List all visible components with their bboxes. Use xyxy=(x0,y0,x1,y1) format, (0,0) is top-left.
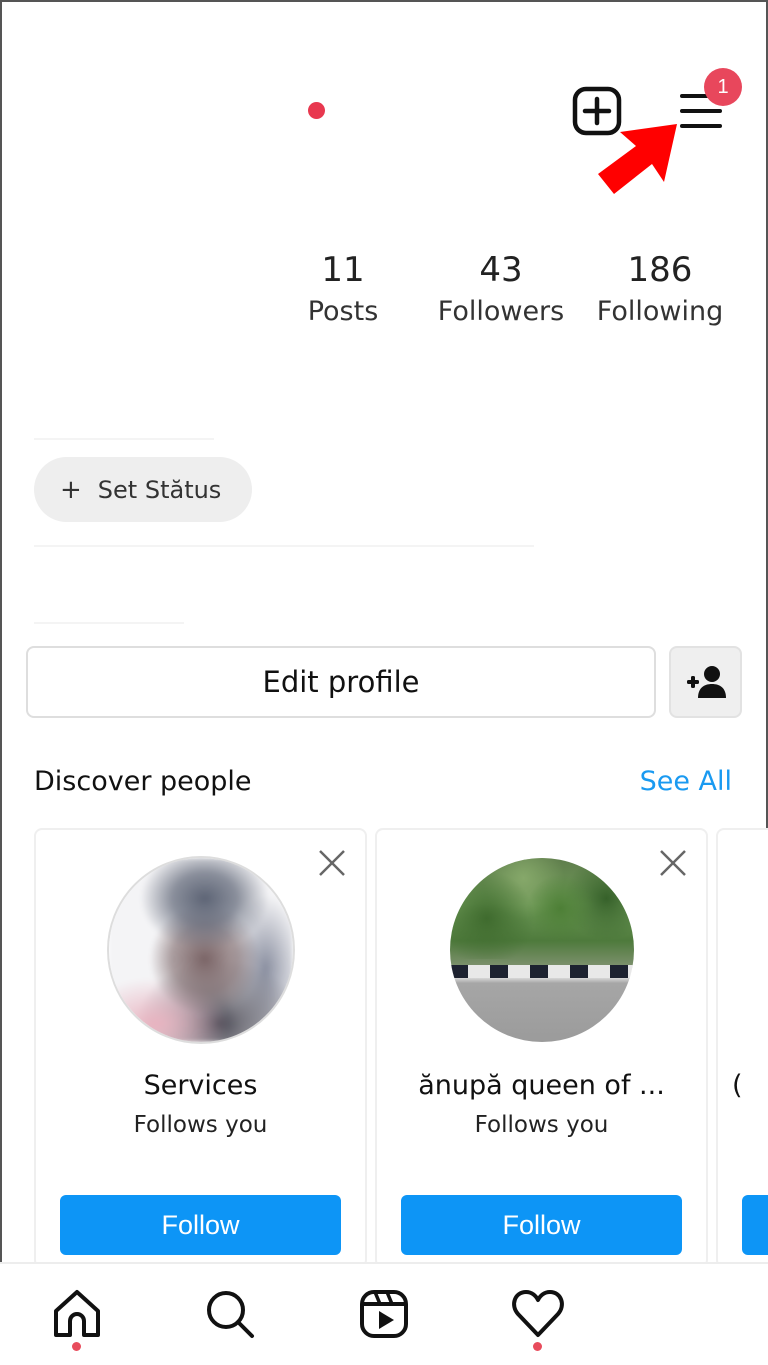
plus-icon: + xyxy=(60,474,82,505)
nav-activity[interactable] xyxy=(510,1286,566,1342)
red-arrow-annotation xyxy=(598,124,677,194)
follow-button[interactable]: Follow xyxy=(60,1195,341,1255)
discover-people-button[interactable] xyxy=(669,646,742,718)
close-icon[interactable] xyxy=(317,848,347,878)
notification-badge: 1 xyxy=(704,68,742,106)
stat-posts[interactable]: 11 Posts xyxy=(268,248,418,332)
suggestion-name: Services xyxy=(143,1070,258,1101)
avatar[interactable] xyxy=(447,856,636,1044)
search-icon xyxy=(207,1291,254,1338)
suggestion-name-partial: ( xyxy=(732,1070,743,1101)
suggestion-card[interactable]: ănupă queen of ... Follows you Follow xyxy=(375,828,708,1268)
suggestion-card[interactable]: Services Follows you Follow xyxy=(34,828,367,1268)
notification-dot xyxy=(308,102,325,119)
nav-search[interactable] xyxy=(202,1286,258,1342)
avatar-image-curb xyxy=(449,964,634,978)
add-person-icon xyxy=(686,666,726,698)
suggestion-name: ănupă queen of ... xyxy=(418,1070,665,1101)
suggestion-card-partial[interactable]: ( xyxy=(716,828,768,1268)
followers-label: Followers xyxy=(437,296,565,327)
redacted-text-line xyxy=(34,622,184,624)
close-icon[interactable] xyxy=(658,848,688,878)
followers-count: 43 xyxy=(479,250,523,290)
posts-label: Posts xyxy=(307,296,379,327)
edit-profile-button[interactable]: Edit profile xyxy=(26,646,656,718)
reels-icon xyxy=(360,1290,408,1338)
activity-notification-dot xyxy=(533,1342,542,1351)
redacted-text-line xyxy=(34,545,534,547)
bottom-navigation xyxy=(0,1262,768,1365)
suggestion-subtitle: Follows you xyxy=(133,1112,268,1138)
redacted-text-line xyxy=(34,438,214,440)
profile-stats: 11 Posts 43 Followers 186 Following xyxy=(280,248,740,338)
set-status-label: Set Stătus xyxy=(97,475,222,504)
heart-icon xyxy=(512,1290,564,1337)
nav-reels[interactable] xyxy=(356,1286,412,1342)
discover-people-title: Discover people xyxy=(34,766,252,797)
stat-following[interactable]: 186 Following xyxy=(585,248,735,332)
set-status-button[interactable]: + Set Stătus xyxy=(34,457,252,522)
avatar[interactable] xyxy=(106,856,295,1044)
nav-home[interactable] xyxy=(49,1286,105,1342)
see-all-link[interactable]: See All xyxy=(640,766,732,797)
home-notification-dot xyxy=(72,1342,81,1351)
hamburger-menu-line xyxy=(680,124,722,128)
avatar-image xyxy=(449,858,634,1042)
posts-count: 11 xyxy=(321,250,365,290)
suggestion-subtitle: Follows you xyxy=(474,1112,609,1138)
follow-button[interactable]: Follow xyxy=(401,1195,682,1255)
following-count: 186 xyxy=(627,250,693,290)
follow-button[interactable] xyxy=(742,1195,768,1255)
stat-followers[interactable]: 43 Followers xyxy=(426,248,576,332)
avatar-image xyxy=(108,858,293,1042)
avatar-image-trees xyxy=(449,858,634,960)
home-icon xyxy=(54,1290,100,1337)
following-label: Following xyxy=(596,296,724,327)
hamburger-menu-line xyxy=(680,109,722,113)
